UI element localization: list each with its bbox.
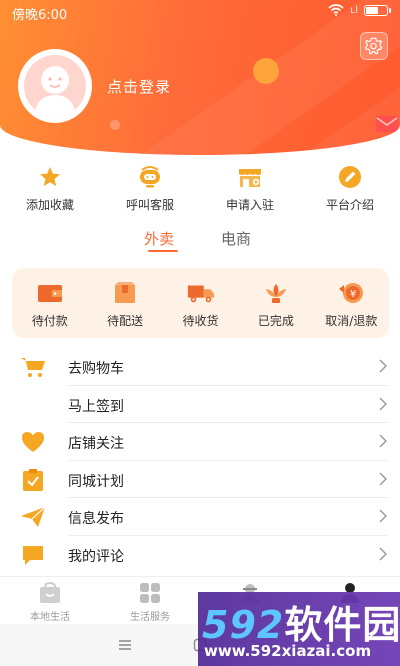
- svg-text:¥: ¥: [350, 289, 356, 300]
- comment-icon: [20, 543, 46, 567]
- order-label: 待收货: [182, 314, 219, 328]
- order-status-card: 待付款 待配送 待收货 已完成 ¥ 取消/退款: [12, 268, 389, 338]
- avatar[interactable]: [18, 49, 92, 123]
- chevron-right-icon: [379, 397, 387, 410]
- order-label: 待配送: [107, 314, 144, 328]
- quick-action-label: 平台介绍: [325, 198, 374, 212]
- nav-local-life[interactable]: 本地生活: [0, 577, 100, 624]
- order-pending-delivery[interactable]: 待配送: [87, 268, 162, 338]
- order-label: 已完成: [257, 314, 294, 328]
- menu-item-label: 去购物车: [68, 361, 124, 377]
- order-completed[interactable]: 已完成: [238, 268, 313, 338]
- shopping-bag-icon: [37, 581, 63, 605]
- pencil-icon: [337, 164, 363, 190]
- tab-takeaway[interactable]: 外卖: [144, 228, 174, 249]
- menu-item-label: 马上签到: [68, 398, 124, 415]
- clipboard-check-icon: [20, 468, 46, 492]
- storefront-icon: [237, 164, 263, 190]
- heart-icon: [20, 430, 46, 454]
- active-tab-indicator: [148, 250, 178, 252]
- login-link[interactable]: 点击登录: [107, 76, 171, 97]
- quick-action-favorite[interactable]: 添加收藏: [0, 160, 100, 215]
- menu-item-city-plan[interactable]: 同城计划: [0, 461, 400, 498]
- menu-item-publish[interactable]: 信息发布: [0, 498, 400, 536]
- decor-circle: [253, 58, 279, 84]
- profile-header: 傍晚6:00 ʟl 点击登录: [0, 0, 400, 155]
- wallet-icon: [36, 281, 64, 305]
- quick-action-label: 呼叫客服: [125, 198, 174, 212]
- chevron-right-icon: [379, 472, 387, 485]
- chevron-right-icon: [379, 359, 387, 373]
- nav-label: 本地生活: [30, 612, 70, 623]
- status-bar: 傍晚6:00 ʟl: [0, 0, 400, 24]
- star-icon: [37, 164, 63, 190]
- order-label: 待付款: [31, 314, 68, 328]
- menu-item-follow-shops[interactable]: 店铺关注: [0, 423, 400, 461]
- tab-ecommerce[interactable]: 电商: [221, 228, 251, 249]
- settings-button[interactable]: [360, 32, 388, 60]
- menu-icon[interactable]: [118, 638, 132, 652]
- menu-item-label: 我的评论: [68, 548, 124, 565]
- quick-action-customer-service[interactable]: 呼叫客服: [100, 160, 200, 215]
- headset-icon: [137, 164, 163, 190]
- default-avatar-icon: [34, 66, 76, 117]
- menu-list: 去购物车 马上签到 店铺关注 同城计划 信息发布 我的评论: [0, 348, 400, 573]
- cart-icon: [20, 355, 46, 379]
- grid-icon: [137, 581, 163, 605]
- truck-icon: [187, 281, 215, 305]
- quick-actions: 添加收藏 呼叫客服 申请入驻 平台介绍: [0, 160, 400, 215]
- chevron-right-icon: [379, 434, 387, 448]
- quick-action-apply[interactable]: 申请入驻: [200, 160, 300, 215]
- quick-action-label: 添加收藏: [25, 198, 74, 212]
- paper-plane-icon: [20, 505, 46, 529]
- menu-item-comments[interactable]: 我的评论: [0, 536, 400, 574]
- order-label: 取消/退款: [325, 314, 378, 328]
- chevron-right-icon: [379, 509, 387, 523]
- order-pending-payment[interactable]: 待付款: [12, 268, 87, 338]
- watermark-brand: 592软件园: [202, 603, 400, 647]
- gear-icon: [365, 37, 383, 55]
- envelope-icon: [376, 116, 398, 132]
- menu-item-cart[interactable]: 去购物车: [0, 348, 400, 386]
- signal-indicator: ʟl: [350, 4, 358, 16]
- quick-action-intro[interactable]: 平台介绍: [300, 160, 400, 215]
- wifi-icon: [328, 4, 344, 16]
- nav-label: 生活服务: [130, 612, 170, 623]
- order-tabs: 外卖 电商: [0, 228, 400, 258]
- menu-item-label: 店铺关注: [68, 436, 124, 452]
- chevron-right-icon: [379, 547, 387, 560]
- menu-item-checkin[interactable]: 马上签到: [0, 386, 400, 423]
- battery-icon: [364, 4, 391, 16]
- lotus-icon: [262, 281, 290, 305]
- package-icon: [111, 281, 139, 305]
- nav-life-services[interactable]: 生活服务: [100, 577, 200, 624]
- watermark: 592软件园 www.592xiazai.com: [198, 592, 400, 666]
- watermark-url: www.592xiazai.com: [204, 642, 372, 660]
- menu-item-label: 同城计划: [68, 473, 124, 490]
- order-cancel-refund[interactable]: ¥ 取消/退款: [314, 268, 389, 338]
- refund-coin-icon: ¥: [337, 281, 365, 305]
- order-pending-receipt[interactable]: 待收货: [163, 268, 238, 338]
- quick-action-label: 申请入驻: [225, 198, 274, 212]
- status-time: 傍晚6:00: [12, 8, 68, 23]
- menu-item-label: 信息发布: [68, 511, 124, 527]
